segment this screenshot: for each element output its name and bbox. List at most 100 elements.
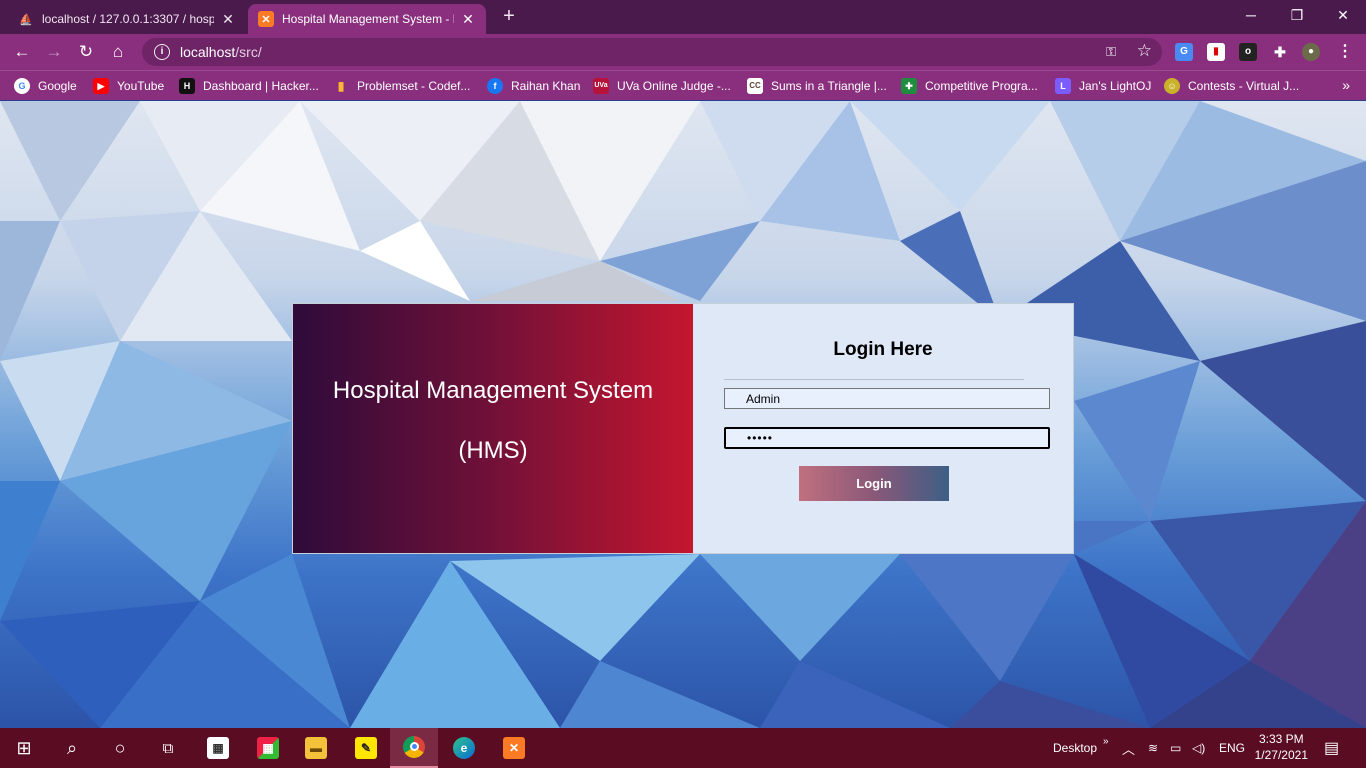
- key-icon[interactable]: ⚿: [1106, 44, 1116, 60]
- task-view-button[interactable]: ⧉: [144, 728, 192, 768]
- bookmark-label: Contests - Virtual J...: [1188, 79, 1300, 93]
- bookmark-label: Sums in a Triangle |...: [771, 79, 887, 93]
- browser-toolbar: ← → ↻ ⌂ i localhost/src/ ⚿ ☆ G ▮ o ✚ ● ⋮: [0, 34, 1366, 70]
- blocks-icon: ▦: [257, 737, 279, 759]
- store-button[interactable]: ▦: [194, 728, 242, 768]
- network-status[interactable]: ≋: [1148, 728, 1158, 768]
- login-card: Hospital Management System (HMS) Login H…: [292, 303, 1074, 554]
- file-explorer-button[interactable]: ▬: [292, 728, 340, 768]
- login-button[interactable]: Login: [799, 466, 949, 501]
- notifications-button[interactable]: ▤: [1324, 728, 1339, 768]
- url-path: /src/: [235, 44, 262, 60]
- restore-button[interactable]: ❐: [1274, 4, 1320, 28]
- language-label: ENG: [1219, 741, 1246, 755]
- system-title: Hospital Management System: [332, 376, 654, 404]
- back-button[interactable]: ←: [10, 40, 34, 64]
- bookmark-item[interactable]: UVa UVa Online Judge -...: [593, 77, 731, 95]
- bookmark-item[interactable]: L Jan's LightOJ: [1055, 77, 1151, 95]
- bookmark-label: UVa Online Judge -...: [617, 79, 731, 93]
- phpmyadmin-icon: ⛵: [19, 13, 33, 26]
- desktop-label: Desktop: [1053, 741, 1098, 755]
- bookmark-label: Raihan Khan: [511, 79, 581, 93]
- battery-status[interactable]: ▭: [1170, 728, 1181, 768]
- bookmark-item[interactable]: ▮ Problemset - Codef...: [333, 77, 471, 95]
- chrome-icon: [403, 736, 425, 758]
- task-view-icon: ⧉: [162, 739, 174, 757]
- home-button[interactable]: ⌂: [106, 40, 130, 64]
- info-icon[interactable]: i: [154, 44, 170, 60]
- bookmark-label: YouTube: [117, 79, 165, 93]
- tab-phpmyadmin[interactable]: ⛵ localhost / 127.0.0.1:3307 / hospi ✕: [8, 4, 246, 34]
- forward-button[interactable]: →: [42, 40, 66, 64]
- battery-icon: ▭: [1170, 741, 1182, 755]
- xampp-icon: ✕: [258, 11, 274, 27]
- windows-icon: ⊞: [16, 737, 32, 758]
- star-icon[interactable]: ☆: [1137, 41, 1152, 61]
- sticky-notes-button[interactable]: ✎: [342, 728, 390, 768]
- search-button[interactable]: ⌕: [48, 728, 96, 768]
- tab-title: Hospital Management System - L: [282, 12, 454, 26]
- tab-strip: ⛵ localhost / 127.0.0.1:3307 / hospi ✕ ✕…: [0, 0, 1366, 34]
- bookmark-item[interactable]: G Google: [14, 77, 77, 95]
- tab-hms[interactable]: ✕ Hospital Management System - L ✕: [248, 4, 486, 34]
- volume-control[interactable]: ◁): [1192, 728, 1205, 768]
- flag-extension-icon[interactable]: ▮: [1207, 43, 1225, 61]
- google-icon: G: [14, 78, 30, 94]
- desktop-toolbar[interactable]: Desktop »: [1053, 728, 1109, 768]
- chrome-button[interactable]: [390, 728, 438, 768]
- close-icon[interactable]: ✕: [460, 11, 476, 28]
- cortana-button[interactable]: ○: [96, 728, 144, 768]
- bookmark-label: Dashboard | Hacker...: [203, 79, 319, 93]
- translate-extension-icon[interactable]: G: [1175, 43, 1193, 61]
- bookmark-item[interactable]: ✚ Competitive Progra...: [901, 77, 1038, 95]
- sticky-note-icon: ✎: [355, 737, 377, 759]
- chevron-right-icon[interactable]: »: [1342, 77, 1350, 93]
- xampp-button[interactable]: ✕: [490, 728, 538, 768]
- wifi-icon: ≋: [1148, 741, 1159, 755]
- bookmark-item[interactable]: f Raihan Khan: [487, 77, 580, 95]
- app-button[interactable]: ▦: [244, 728, 292, 768]
- language-indicator[interactable]: ENG: [1219, 728, 1245, 768]
- bookmark-item[interactable]: CC Sums in a Triangle |...: [747, 77, 887, 95]
- start-button[interactable]: ⊞: [0, 728, 48, 768]
- login-heading: Login Here: [833, 339, 933, 360]
- page-background: Hospital Management System (HMS) Login H…: [0, 101, 1366, 728]
- close-icon[interactable]: ✕: [220, 11, 236, 28]
- windows-taskbar: ⊞ ⌕ ○ ⧉ ▦ ▦ ▬ ✎ e ✕ Desktop » ︿ ≋ ▭ ◁) E…: [0, 728, 1366, 768]
- notification-icon: ▤: [1324, 740, 1340, 757]
- avatar[interactable]: ●: [1302, 43, 1320, 61]
- codechef-icon: CC: [747, 78, 763, 94]
- bookmark-label: Competitive Progra...: [925, 79, 1038, 93]
- bookmark-item[interactable]: H Dashboard | Hacker...: [179, 77, 319, 95]
- reload-button[interactable]: ↻: [74, 40, 98, 64]
- hackerrank-icon: H: [179, 78, 195, 94]
- store-icon: ▦: [207, 737, 229, 759]
- menu-icon[interactable]: ⋮: [1336, 43, 1354, 61]
- bookmark-item[interactable]: ☺ Contests - Virtual J...: [1164, 77, 1299, 95]
- tray-overflow[interactable]: ︿: [1122, 728, 1135, 768]
- password-input[interactable]: [724, 427, 1050, 449]
- close-window-button[interactable]: ✕: [1320, 4, 1366, 28]
- uva-icon: UVa: [593, 78, 609, 94]
- bookmark-label: Google: [38, 79, 77, 93]
- tab-title: localhost / 127.0.0.1:3307 / hospi: [42, 12, 214, 26]
- bookmarks-bar: G Google ▶ YouTube H Dashboard | Hacker.…: [0, 70, 1366, 100]
- puzzle-icon[interactable]: ✚: [1271, 43, 1289, 61]
- edge-button[interactable]: e: [440, 728, 488, 768]
- xampp-icon: ✕: [503, 737, 525, 759]
- chevron-up-icon[interactable]: ︿: [1122, 739, 1135, 758]
- url-host: localhost: [180, 44, 236, 60]
- bookmark-item[interactable]: ▶ YouTube: [93, 77, 164, 95]
- new-tab-button[interactable]: +: [498, 6, 520, 28]
- address-bar[interactable]: i localhost/src/ ⚿ ☆: [142, 38, 1162, 66]
- vjudge-icon: ☺: [1164, 78, 1180, 94]
- circle-icon: ○: [114, 737, 126, 758]
- chevron-icon: »: [1103, 735, 1109, 747]
- minimize-button[interactable]: ─: [1228, 4, 1274, 28]
- username-input[interactable]: [724, 388, 1050, 409]
- plus-icon: ✚: [901, 78, 917, 94]
- clock-date: 1/27/2021: [1254, 748, 1308, 762]
- facebook-icon: f: [487, 78, 503, 94]
- clock[interactable]: 3:33 PM 1/27/2021: [1255, 731, 1308, 763]
- extension-badge-icon[interactable]: o: [1239, 43, 1257, 61]
